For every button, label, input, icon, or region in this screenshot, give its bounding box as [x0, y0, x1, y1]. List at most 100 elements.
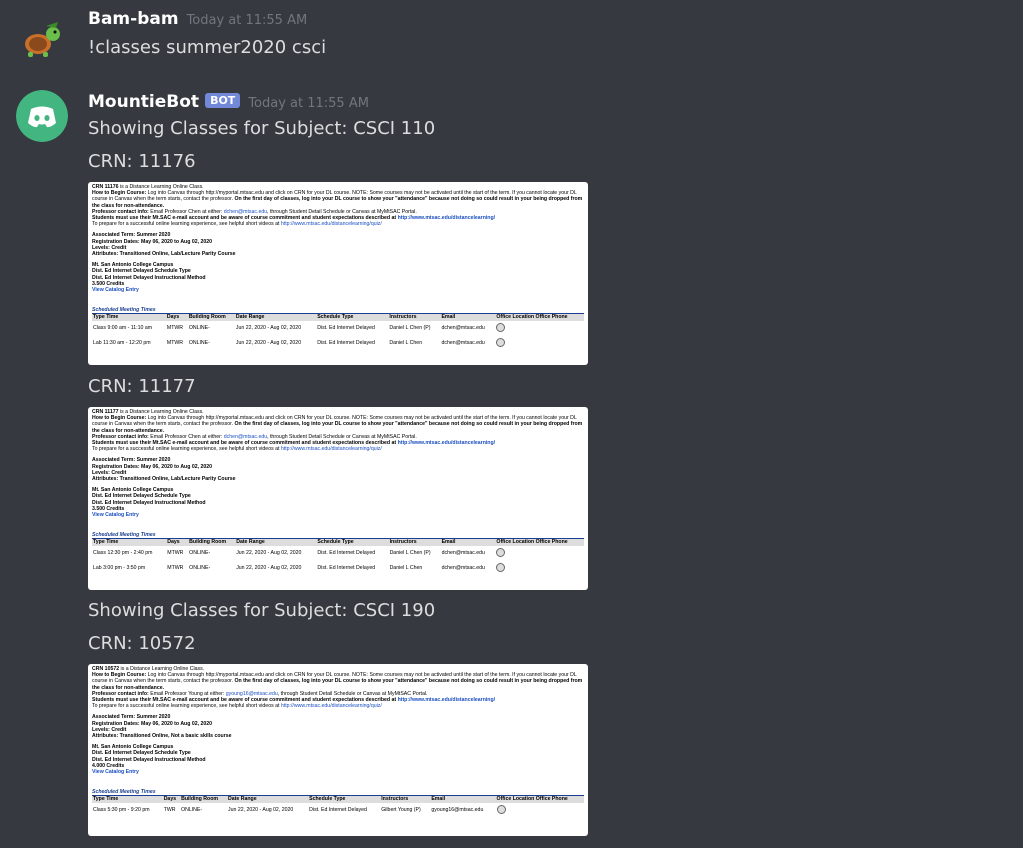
- row-instructor: Daniel L Chen (P): [389, 550, 431, 557]
- author-name[interactable]: MountieBot: [88, 92, 199, 112]
- row-date-range: Jun 22, 2020 - Aug 02, 2020: [235, 325, 302, 332]
- col-building: Building: [188, 314, 210, 321]
- students-must-text: Students must use their Mt.SAC e-mail ac…: [92, 440, 398, 447]
- meeting-times-table: Type Time Days Building Room Date Range …: [92, 539, 584, 576]
- crn-label: CRN 11177: [92, 409, 119, 415]
- students-must-text: Students must use their Mt.SAC e-mail ac…: [92, 215, 398, 222]
- email-icon[interactable]: [496, 547, 506, 557]
- crn-heading: CRN: 10572: [88, 633, 196, 654]
- row-building: ONLINE-: [189, 565, 211, 572]
- row-instructor: Gilbert Young (P): [381, 807, 421, 814]
- row-building: ONLINE-: [181, 807, 203, 814]
- how-begin-label: How to Begin Course:: [92, 415, 147, 422]
- crn-desc: is a Distance Learning Online Class.: [118, 409, 204, 415]
- subject-heading: Showing Classes for Subject: CSCI 190: [88, 600, 436, 621]
- distance-learning-link[interactable]: http://www.mtsac.edu/distancelearning/: [398, 697, 496, 703]
- col-type: Type: [93, 796, 105, 803]
- students-must-text: Students must use their Mt.SAC e-mail ac…: [92, 697, 398, 704]
- turtle-avatar-icon[interactable]: [16, 12, 68, 64]
- row-building: ONLINE-: [188, 340, 210, 347]
- class-detail-image[interactable]: CRN 11177 is a Distance Learning Online …: [88, 407, 588, 590]
- row-time: 12:30 pm - 2:40 pm: [107, 550, 153, 557]
- col-time: Time: [106, 796, 119, 803]
- message-header: MountieBot BOT Today at 11:55 AM: [88, 92, 369, 112]
- email-icon[interactable]: [496, 337, 506, 347]
- author-name[interactable]: Bam-bam: [88, 9, 179, 29]
- col-office-phone: Office Phone: [535, 539, 568, 546]
- professor-email-link[interactable]: dchen@mtsac.edu: [224, 209, 267, 215]
- quiz-link[interactable]: http://www.mtsac.edu/distancelearning/qu…: [281, 703, 382, 709]
- message-text: !classes summer2020 csci: [88, 37, 327, 58]
- crn-label: CRN 11176: [92, 184, 119, 190]
- quiz-link[interactable]: http://www.mtsac.edu/distancelearning/qu…: [281, 446, 382, 452]
- col-office-phone: Office Phone: [535, 796, 568, 803]
- table-row: Class 12:30 pm - 2:40 pm MTWR ONLINE- Ju…: [92, 546, 584, 561]
- email-icon[interactable]: [496, 804, 506, 814]
- row-type: Lab: [93, 565, 102, 572]
- crn-heading: CRN: 11177: [88, 376, 196, 397]
- col-building: Building: [189, 539, 210, 546]
- row-days: MTWR: [166, 340, 184, 347]
- col-office-phone: Office Phone: [535, 314, 568, 321]
- col-type: Type: [93, 539, 105, 546]
- distance-learning-link[interactable]: http://www.mtsac.edu/distancelearning/: [398, 440, 496, 446]
- class-detail-image[interactable]: CRN 10572 is a Distance Learning Online …: [88, 664, 588, 836]
- contact-text: Email Professor Chen at either:: [148, 208, 224, 215]
- prepare-text: To prepare for a successful online learn…: [92, 221, 281, 228]
- row-instructor: Daniel L Chen: [389, 565, 423, 572]
- message-header: Bam-bam Today at 11:55 AM: [88, 9, 307, 29]
- col-room: Room: [211, 539, 227, 546]
- professor-email-link[interactable]: gyoung16@mtsac.edu: [226, 691, 278, 697]
- row-time: 3:00 pm - 3:50 pm: [103, 565, 146, 572]
- table-row: Lab 3:00 pm - 3:50 pm MTWR ONLINE- Jun 2…: [92, 561, 584, 576]
- row-time: 5:30 pm - 9:20 pm: [107, 807, 150, 814]
- col-room: Room: [211, 314, 226, 321]
- row-instructor: Daniel L Chen (P): [389, 325, 431, 332]
- scheduled-meeting-title: Scheduled Meeting Times: [92, 532, 584, 540]
- row-type: Lab: [93, 340, 102, 347]
- distance-learning-link[interactable]: http://www.mtsac.edu/distancelearning/: [398, 215, 496, 221]
- contact-rest: , through Student Detail Schedule or Can…: [277, 690, 428, 697]
- table-row: Lab 11:30 am - 12:20 pm MTWR ONLINE- Jun…: [92, 336, 584, 351]
- professor-email-link[interactable]: dchen@mtsac.edu: [224, 434, 267, 440]
- discord-avatar-icon[interactable]: [16, 90, 68, 142]
- col-time: Time: [106, 539, 119, 546]
- row-type: Class: [93, 807, 106, 814]
- email-icon[interactable]: [496, 562, 506, 572]
- table-header: Type Time Days Building Room Date Range …: [92, 796, 584, 803]
- col-office-location: Office Location: [496, 539, 535, 546]
- row-type: Class: [93, 550, 106, 557]
- email-icon[interactable]: [496, 322, 506, 332]
- col-room: Room: [203, 796, 218, 803]
- row-date-range: Jun 22, 2020 - Aug 02, 2020: [228, 807, 294, 814]
- row-time: 9:00 am - 11:10 am: [107, 325, 153, 332]
- row-schedule-type: Dist. Ed Internet Delayed: [317, 565, 376, 572]
- scheduled-meeting-title: Scheduled Meeting Times: [92, 789, 584, 797]
- how-begin-label: How to Begin Course:: [92, 190, 147, 197]
- meeting-times-table: Type Time Days Building Room Date Range …: [92, 314, 584, 351]
- table-row: Class 9:00 am - 11:10 am MTWR ONLINE- Ju…: [92, 321, 584, 336]
- col-type: Type: [93, 314, 105, 321]
- col-office-location: Office Location: [496, 796, 535, 803]
- contact-label: Professor contact info:: [92, 208, 149, 215]
- prepare-text: To prepare for a successful online learn…: [92, 446, 281, 453]
- row-email: dchen@mtsac.edu: [441, 565, 485, 572]
- contact-label: Professor contact info:: [92, 433, 149, 440]
- row-schedule-type: Dist. Ed Internet Delayed: [317, 340, 375, 347]
- class-detail-image[interactable]: CRN 11176 is a Distance Learning Online …: [88, 182, 588, 365]
- meeting-times-table: Type Time Days Building Room Date Range …: [92, 796, 584, 817]
- row-type: Class: [93, 325, 106, 332]
- subject-heading: Showing Classes for Subject: CSCI 110: [88, 118, 436, 139]
- prepare-text: To prepare for a successful online learn…: [92, 703, 281, 710]
- quiz-link[interactable]: http://www.mtsac.edu/distancelearning/qu…: [281, 221, 382, 227]
- row-date-range: Jun 22, 2020 - Aug 02, 2020: [236, 565, 302, 572]
- row-date-range: Jun 22, 2020 - Aug 02, 2020: [236, 550, 302, 557]
- row-schedule-type: Dist. Ed Internet Delayed: [309, 807, 367, 814]
- row-email: dchen@mtsac.edu: [441, 550, 485, 557]
- timestamp: Today at 11:55 AM: [186, 13, 308, 28]
- crn-desc: is a Distance Learning Online Class.: [118, 184, 204, 190]
- row-email: dchen@mtsac.edu: [441, 325, 485, 332]
- row-schedule-type: Dist. Ed Internet Delayed: [317, 550, 376, 557]
- crn-desc: is a Distance Learning Online Class.: [119, 666, 205, 672]
- row-email: dchen@mtsac.edu: [441, 340, 485, 347]
